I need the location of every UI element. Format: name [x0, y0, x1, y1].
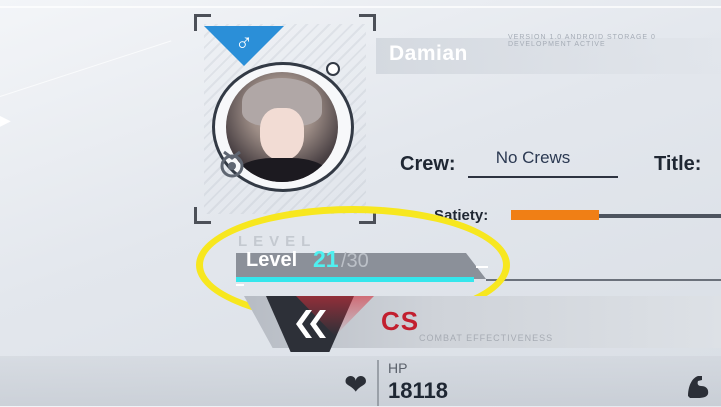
- crew-underline: [468, 176, 618, 178]
- hp-value: 18118: [388, 378, 448, 403]
- combat-value: CS: [381, 306, 420, 336]
- hp-label: HP: [388, 360, 408, 376]
- frame-corner: [194, 207, 211, 224]
- bg-line: [0, 40, 172, 97]
- avatar-coat: [236, 158, 328, 182]
- crew-label: Crew:: [400, 153, 456, 175]
- ring-dot: [326, 62, 340, 76]
- combat-emblem-svg: [296, 310, 326, 338]
- satiety-bar: [511, 210, 599, 220]
- heart-icon: ❤: [344, 369, 368, 400]
- muscle-icon: [684, 372, 712, 400]
- combat-label: COMBAT EFFECTIVENESS: [419, 333, 554, 343]
- micro-text: VERSION 1.0 ANDROID STORAGE 0 DEVELOPMEN…: [508, 34, 656, 48]
- crew-badge-svg: [220, 150, 244, 178]
- muscle-svg: [688, 376, 709, 398]
- bg-line: [0, 6, 721, 8]
- avatar-face: [260, 108, 304, 160]
- frame-corner: [359, 14, 376, 31]
- chevron-right-icon[interactable]: ▶: [0, 112, 11, 129]
- crew-value[interactable]: No Crews: [490, 148, 576, 168]
- male-icon: ♂: [235, 29, 253, 56]
- crew-badge-icon: [218, 146, 248, 180]
- player-name[interactable]: Damian: [389, 42, 468, 66]
- title-label: Title:: [654, 153, 702, 175]
- hp-divider: [377, 360, 379, 406]
- level-rule: [486, 279, 721, 281]
- combat-emblem-icon: [290, 302, 332, 344]
